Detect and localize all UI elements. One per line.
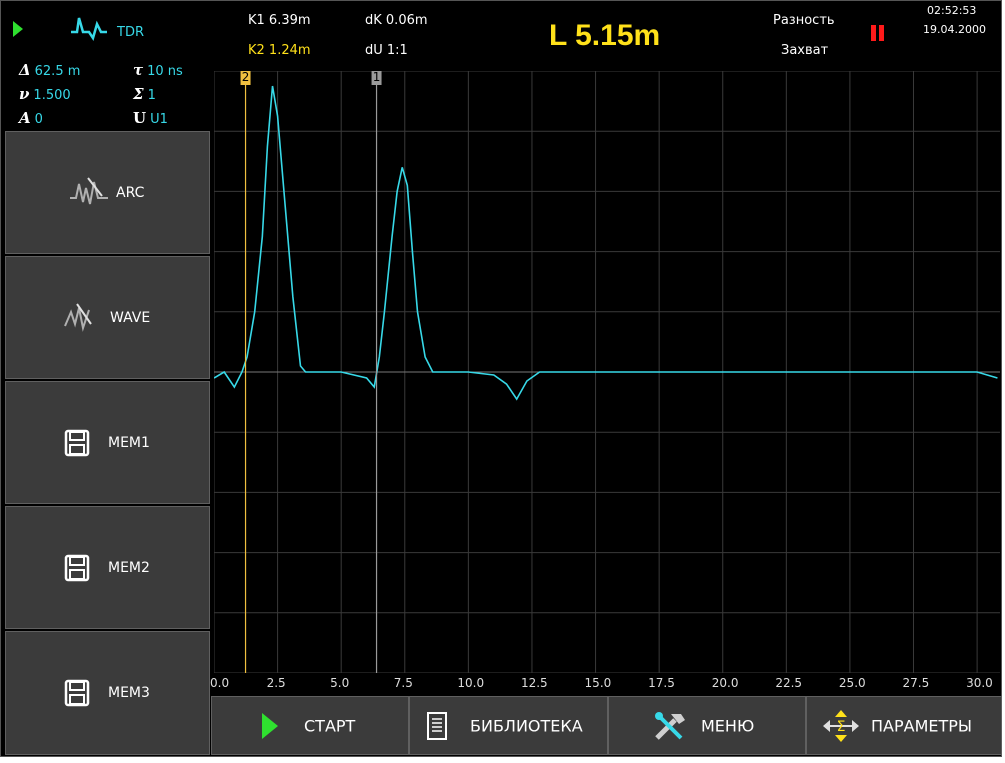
k2-readout: K2 1.24m (248, 43, 311, 58)
wave-button[interactable]: WAVE (5, 256, 210, 379)
pause-icon (871, 25, 887, 45)
channel-param: U U1 (133, 109, 168, 127)
arc-wave-icon (70, 176, 108, 204)
floppy-disk-icon (64, 429, 90, 456)
clock-time: 02:52:53 (927, 4, 977, 17)
start-label: СТАРТ (304, 716, 356, 735)
velocity-value: 1.500 (33, 88, 71, 103)
document-icon (427, 711, 447, 740)
floppy-disk-icon (64, 679, 90, 707)
mem3-label: MEM3 (108, 685, 150, 701)
tdr-pulse-icon (71, 17, 107, 41)
parameters-label: ПАРАМЕТРЫ (871, 716, 973, 735)
mem2-label: MEM2 (108, 559, 150, 576)
x-tick-label: 15.0 (584, 676, 612, 690)
tau-symbol: τ (133, 61, 144, 79)
x-tick-label: 5.0 (330, 676, 350, 690)
mem2-button[interactable]: MEM2 (5, 506, 210, 629)
play-icon (262, 712, 278, 739)
velocity-symbol: ν (19, 85, 30, 103)
clock-date: 19.04.2000 (923, 23, 986, 36)
amplitude-value: 0 (34, 112, 43, 127)
k1-readout: K1 6.39m (248, 13, 311, 28)
channel-value: U1 (150, 112, 168, 127)
amplitude-symbol: A (19, 109, 31, 127)
mem1-button[interactable]: MEM1 (5, 381, 210, 504)
channel-symbol: U (133, 109, 147, 127)
dk-readout: dK 0.06m (365, 13, 428, 28)
x-tick-label: 22.5 (775, 676, 803, 690)
x-tick-label: 20.0 (711, 676, 739, 690)
device-screen: TDR Δ 62.5 m τ 10 ns ν 1.500 Σ1 A0 U U1 ARC (0, 0, 1002, 757)
length-readout: L 5.15m (549, 19, 661, 52)
tau-value: 10 ns (147, 64, 183, 79)
library-label: БИБЛИОТЕКА (470, 716, 583, 735)
capture-mode[interactable]: Захват (781, 43, 828, 58)
tau-param: τ 10 ns (133, 61, 183, 79)
tools-icon (655, 711, 685, 740)
sigma-symbol: Σ (133, 85, 144, 103)
parameters-button[interactable]: Σ ПАРАМЕТРЫ (806, 696, 1002, 755)
trace-line (214, 85, 998, 401)
move-arrows-icon: Σ (823, 709, 859, 742)
sigma-value: 1 (147, 88, 156, 103)
mode-label: TDR (117, 25, 144, 40)
menu-label: МЕНЮ (701, 716, 755, 735)
sigma-param: Σ1 (133, 85, 156, 103)
du-readout: dU 1:1 (365, 43, 408, 58)
wave-label: WAVE (110, 309, 151, 326)
play-status-icon (13, 21, 23, 37)
floppy-disk-icon (64, 554, 90, 581)
delta-param: Δ 62.5 m (19, 61, 80, 79)
menu-button[interactable]: МЕНЮ (608, 696, 806, 755)
x-tick-label: 25.0 (838, 676, 866, 690)
status-panel: TDR Δ 62.5 m τ 10 ns ν 1.500 Σ1 A0 U U1 (5, 5, 210, 130)
mem1-label: MEM1 (108, 434, 150, 451)
arc-label: ARC (116, 184, 145, 201)
delta-value: 62.5 m (34, 64, 81, 79)
mem3-button[interactable]: MEM3 (5, 631, 210, 755)
arc-button[interactable]: ARC (5, 131, 210, 254)
cursor-1-label: 1 (373, 71, 381, 84)
wave-icon (64, 302, 92, 332)
amplitude-param: A0 (19, 109, 43, 127)
x-tick-label: 17.5 (648, 676, 675, 690)
x-tick-label: 12.5 (520, 676, 548, 690)
start-button[interactable]: СТАРТ (211, 696, 409, 755)
x-tick-label: 30.0 (966, 676, 993, 690)
delta-symbol: Δ (19, 61, 31, 79)
x-tick-label: 10.0 (457, 676, 485, 690)
x-tick-label: 0.0 (210, 676, 230, 690)
reflectogram-plot[interactable]: 21 (214, 71, 1000, 673)
svg-text:Σ: Σ (837, 719, 846, 735)
velocity-param: ν 1.500 (19, 85, 71, 103)
difference-mode[interactable]: Разность (773, 13, 835, 28)
x-tick-label: 7.5 (393, 676, 413, 690)
x-tick-label: 2.5 (266, 676, 286, 690)
x-tick-label: 27.5 (902, 676, 930, 690)
cursor-2-label: 2 (242, 71, 250, 84)
library-button[interactable]: БИБЛИОТЕКА (409, 696, 608, 755)
